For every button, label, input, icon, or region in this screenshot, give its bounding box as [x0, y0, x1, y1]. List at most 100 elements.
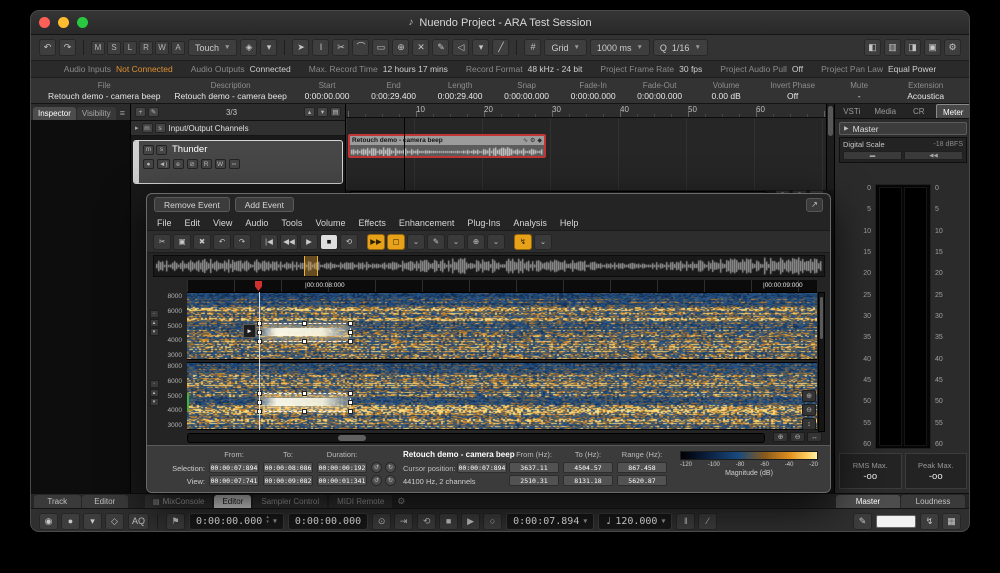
disclosure-triangle-icon[interactable]: ▸	[135, 124, 139, 132]
lower-zone-tab[interactable]: Editor	[214, 495, 251, 508]
right-zone-tab[interactable]: Media	[869, 104, 903, 118]
monitor-button[interactable]: ◄)	[157, 159, 170, 169]
channel-up-button[interactable]: ▴	[150, 319, 159, 327]
freeze-button[interactable]: ⊘	[187, 159, 198, 169]
erase-tool-icon[interactable]: ▭	[372, 39, 389, 56]
record-arm-button[interactable]: ●	[143, 159, 154, 169]
editor-horizontal-scrollbar[interactable]	[187, 433, 765, 443]
menu-item[interactable]: Help	[560, 218, 579, 228]
channel-link-button[interactable]: ◦	[150, 310, 159, 318]
performance-icon[interactable]: ↯	[920, 513, 939, 530]
primary-time-display[interactable]: 0:00:00.000▲▼▼	[189, 513, 284, 530]
selection-to-field[interactable]: 00:00:08:086	[263, 462, 313, 473]
automation-button[interactable]: A	[171, 41, 185, 55]
view-undo-icon[interactable]: ↺	[371, 475, 382, 486]
punch-icon[interactable]: ⇥	[394, 513, 413, 530]
zoom-out-vertical-button[interactable]: ⊖	[802, 404, 816, 416]
scrollbar-handle[interactable]	[820, 297, 823, 339]
info-column[interactable]: DescriptionRetouch demo - camera beep	[167, 81, 293, 101]
automation-button[interactable]: W	[155, 41, 169, 55]
undo-button[interactable]: ↶	[213, 234, 231, 250]
menu-item[interactable]: Enhancement	[399, 218, 455, 228]
zone-settings-gear-icon[interactable]: ⚙	[397, 496, 405, 508]
spectral-selection-ch1[interactable]	[259, 323, 351, 342]
lower-zone-tab[interactable]: MIDI Remote	[329, 495, 392, 508]
view-from-field[interactable]: 00:00:07:741	[209, 475, 259, 486]
info-column[interactable]: Volume0.00 dB	[693, 81, 760, 101]
window-layout-icon[interactable]: ▣	[924, 39, 941, 56]
secondary-time-display[interactable]: 0:00:00.000	[288, 513, 368, 530]
spectral-selection-ch2[interactable]	[259, 393, 351, 412]
audio-activity-icon[interactable]: ⁄	[698, 513, 717, 530]
process-button[interactable]: ↯	[514, 234, 532, 250]
stop-button[interactable]: ■	[320, 234, 338, 250]
lower-zone-tab[interactable]: ▤MixConsole	[145, 495, 212, 508]
lock-icon[interactable]: ⊙	[372, 513, 391, 530]
grid-value-dropdown[interactable]: 1000 ms▼	[590, 39, 650, 56]
undo-button[interactable]: ↶	[39, 39, 56, 56]
overview-selection-marker[interactable]	[304, 256, 318, 276]
lower-zone-tab[interactable]: Sampler Control	[253, 495, 327, 508]
selection-from-field[interactable]: 00:00:07:894	[209, 462, 259, 473]
info-column[interactable]: Fade-Out0:00:00.000	[626, 81, 693, 101]
right-zone-toggle-icon[interactable]: ◨	[904, 39, 921, 56]
track-ms-button[interactable]: m	[143, 145, 154, 155]
tempo-display[interactable]: ♩120.000▼	[598, 513, 672, 530]
scrollbar-handle[interactable]	[338, 435, 366, 441]
edit-channel-button[interactable]: e	[173, 159, 184, 169]
redo-button[interactable]: ↷	[59, 39, 76, 56]
auto-quantize-icon[interactable]: ◇	[105, 513, 124, 530]
color-tool-icon[interactable]: ▾	[472, 39, 489, 56]
selection-tool-button[interactable]: ▢	[387, 234, 405, 250]
zoom-tool-icon[interactable]: ⊕	[392, 39, 409, 56]
zoom-fit-vertical-button[interactable]: ↕	[802, 418, 816, 430]
mute-tool-icon[interactable]: ✕	[412, 39, 429, 56]
track-name[interactable]: Thunder	[172, 144, 207, 155]
track-ms-button[interactable]: s	[156, 145, 167, 155]
meter-reset-button[interactable]: ◀◀	[904, 151, 963, 160]
extension-icon[interactable]: ◆	[537, 137, 542, 144]
selection-redo-icon[interactable]: ↻	[385, 462, 396, 473]
copy-icon[interactable]: ▣	[173, 234, 191, 250]
selection-handle[interactable]	[348, 409, 353, 414]
zoom-in-button[interactable]: ⊕	[773, 432, 788, 442]
marker-icon[interactable]: ⚑	[166, 513, 185, 530]
audio-event[interactable]: Retouch demo - camera beep ∿⚙◆	[348, 134, 546, 158]
play-tool-icon[interactable]: ◁	[452, 39, 469, 56]
chevron-down-icon[interactable]: ▼	[661, 517, 665, 525]
zoom-out-button[interactable]: ⊖	[790, 432, 805, 442]
grid-type-dropdown[interactable]: Grid▼	[544, 39, 586, 56]
brush-tool-button[interactable]: ✎	[427, 234, 445, 250]
view-redo-icon[interactable]: ↻	[385, 475, 396, 486]
snap-icon[interactable]: #	[524, 39, 541, 56]
menu-item[interactable]: Tools	[281, 218, 302, 228]
line-tool-icon[interactable]: ╱	[492, 39, 509, 56]
info-column[interactable]: ExtensionAcoustica	[892, 81, 959, 101]
auto-quantize-button[interactable]: AQ	[128, 513, 149, 530]
record-mode-icon[interactable]: ●	[61, 513, 80, 530]
from-hz-field-ch2[interactable]: 2510.31	[509, 475, 559, 486]
audio-event-header[interactable]: Retouch demo - camera beep ∿⚙◆	[350, 136, 544, 145]
automation-button[interactable]: S	[107, 41, 121, 55]
lower-zone-toggle-icon[interactable]: ▥	[884, 39, 901, 56]
menu-item[interactable]: Effects	[358, 218, 385, 228]
selection-handle[interactable]	[302, 391, 307, 396]
selection-handle[interactable]	[348, 339, 353, 344]
channel-down-button[interactable]: ▾	[150, 328, 159, 336]
info-column[interactable]: Invert PhaseOff	[759, 81, 826, 101]
track-thunder[interactable]: ms Thunder ●◄)e⊘RW▫▫	[133, 140, 343, 184]
chevron-down-icon[interactable]: ⌄	[447, 234, 465, 250]
rms-max-cell[interactable]: RMS Max.-oo	[839, 453, 902, 489]
peak-max-cell[interactable]: Peak Max.-oo	[905, 453, 968, 489]
inspector-tab[interactable]: Visibility	[77, 107, 116, 120]
cycle-button[interactable]: ⟲	[417, 513, 436, 530]
grid-icon[interactable]: ▦	[942, 513, 961, 530]
transport-text-input[interactable]	[876, 515, 916, 528]
menu-item[interactable]: Plug-Ins	[467, 218, 500, 228]
zoom-fit-button[interactable]: ↔	[807, 432, 822, 442]
scroll-down-icon[interactable]: ▾	[317, 107, 328, 117]
selection-handle[interactable]	[348, 330, 353, 335]
spectrogram-channel-2[interactable]	[187, 362, 817, 430]
rewind-button[interactable]: ◀◀	[280, 234, 298, 250]
remove-event-button[interactable]: Remove Event	[154, 197, 230, 212]
